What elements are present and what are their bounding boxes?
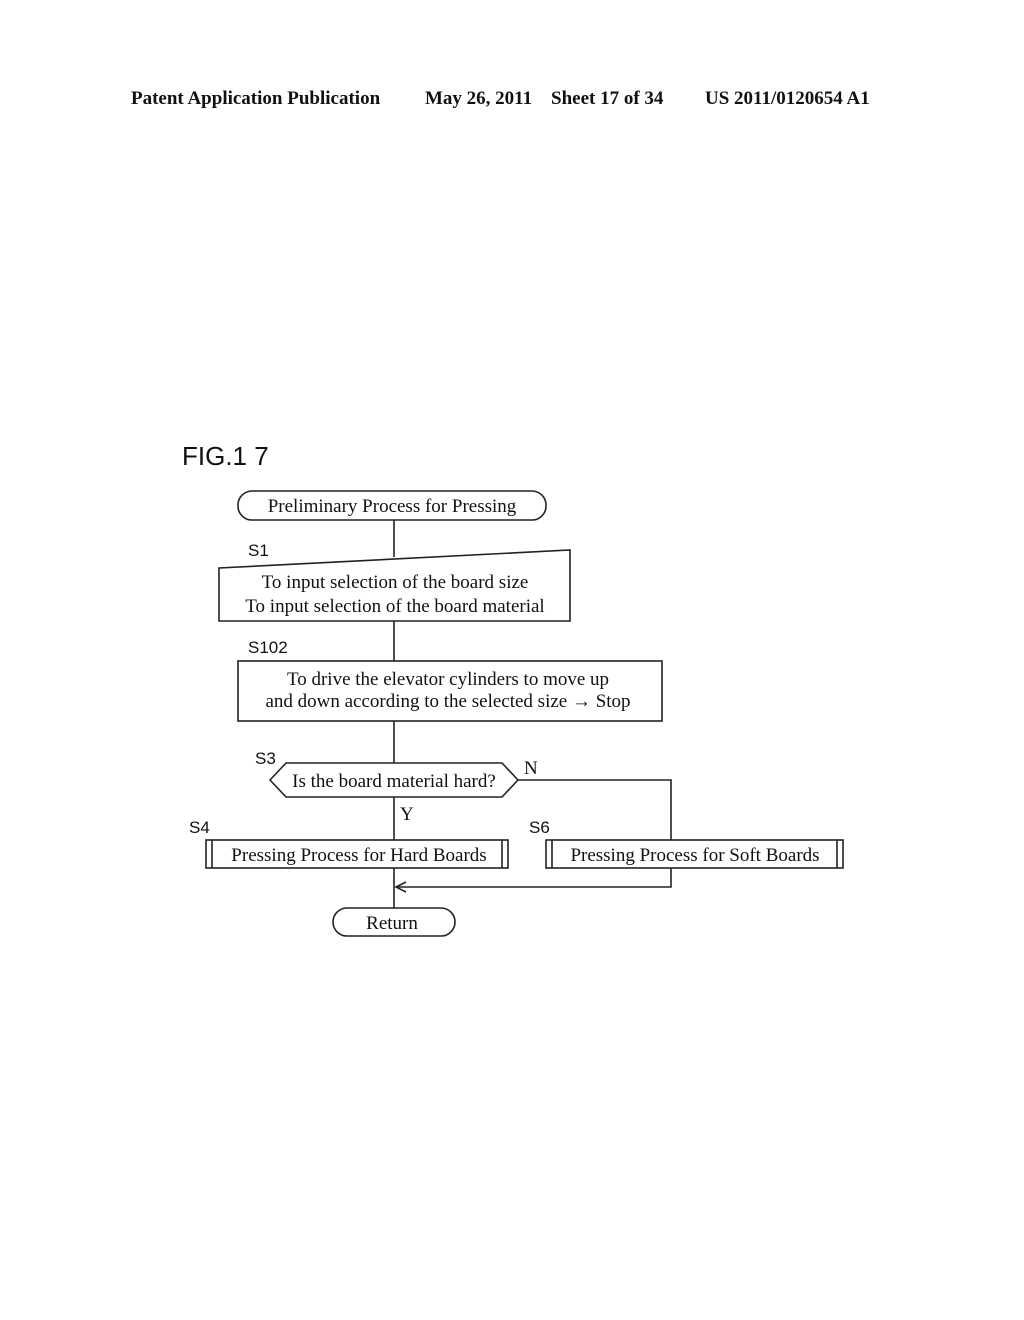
step-s4-label: Pressing Process for Hard Boards xyxy=(231,845,486,866)
step-s3-decision: S3 Is the board material hard? N Y xyxy=(255,749,538,825)
step-s3-question: Is the board material hard? xyxy=(292,771,496,792)
step-s4-id: S4 xyxy=(189,818,210,837)
step-s1-id: S1 xyxy=(248,541,269,560)
step-s6-label: Pressing Process for Soft Boards xyxy=(570,845,819,866)
end-terminal: Return xyxy=(332,907,456,937)
step-s102-line-1: To drive the elevator cylinders to move … xyxy=(287,669,609,690)
step-s4: S4 Pressing Process for Hard Boards xyxy=(189,818,509,869)
step-s3-id: S3 xyxy=(255,749,276,768)
step-s6: S6 Pressing Process for Soft Boards xyxy=(529,818,844,869)
connector-s6-merge xyxy=(396,868,672,888)
decision-no-label: N xyxy=(524,758,538,779)
step-s102: S102 To drive the elevator cylinders to … xyxy=(237,638,663,722)
flowchart: Preliminary Process for Pressing S1 To i… xyxy=(189,490,844,937)
step-s102-line-2: and down according to the selected size … xyxy=(265,691,630,712)
end-label: Return xyxy=(366,913,418,934)
start-terminal: Preliminary Process for Pressing xyxy=(237,490,547,521)
step-s102-id: S102 xyxy=(248,638,288,657)
step-s6-id: S6 xyxy=(529,818,550,837)
decision-yes-label: Y xyxy=(400,804,414,825)
step-s1-line-2: To input selection of the board material xyxy=(245,596,544,617)
start-label: Preliminary Process for Pressing xyxy=(268,496,517,517)
step-s1-line-1: To input selection of the board size xyxy=(262,572,529,593)
